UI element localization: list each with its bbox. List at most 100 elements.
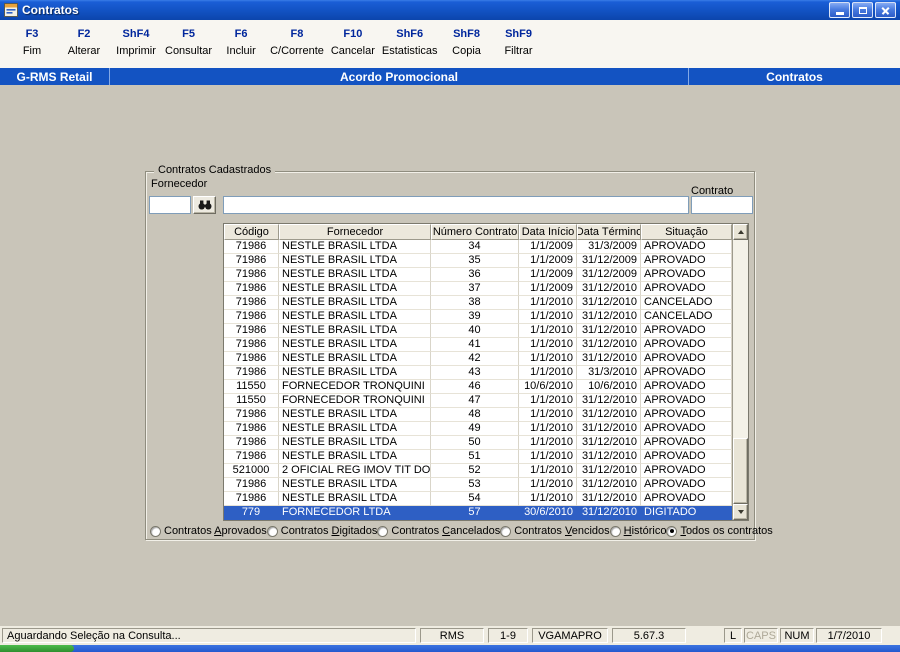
toolbar-button-copia[interactable]: ShF8Copia bbox=[441, 27, 493, 58]
table-cell: 1/1/2010 bbox=[519, 324, 577, 338]
table-cell: 31/3/2010 bbox=[577, 366, 641, 380]
table-cell: 50 bbox=[431, 436, 519, 450]
table-cell: 31/12/2010 bbox=[577, 352, 641, 366]
table-row[interactable]: 71986NESTLE BRASIL LTDA391/1/201031/12/2… bbox=[224, 310, 732, 324]
table-cell: FORNECEDOR TRONQUINI bbox=[279, 394, 431, 408]
table-cell: APROVADO bbox=[641, 450, 732, 464]
radio-button-icon bbox=[610, 526, 621, 537]
table-cell: NESTLE BRASIL LTDA bbox=[279, 352, 431, 366]
table-cell: NESTLE BRASIL LTDA bbox=[279, 338, 431, 352]
fornecedor-name-input[interactable] bbox=[223, 196, 689, 214]
scroll-down-button[interactable] bbox=[733, 504, 748, 520]
table-row[interactable]: 5210002 OFICIAL REG IMOV TIT DOC SBC521/… bbox=[224, 464, 732, 478]
table-row[interactable]: 71986NESTLE BRASIL LTDA541/1/201031/12/2… bbox=[224, 492, 732, 506]
status-indicator-caps: CAPS bbox=[744, 628, 778, 643]
fornecedor-code-input[interactable] bbox=[149, 196, 191, 214]
filter-radio-contratos-digitados[interactable]: Contratos Digitados bbox=[267, 525, 378, 537]
table-cell: APROVADO bbox=[641, 436, 732, 450]
table-cell: 1/1/2010 bbox=[519, 338, 577, 352]
table-row[interactable]: 71986NESTLE BRASIL LTDA501/1/201031/12/2… bbox=[224, 436, 732, 450]
contracts-groupbox: Contratos Cadastrados Fornecedor Contrat… bbox=[145, 171, 755, 540]
table-row[interactable]: 71986NESTLE BRASIL LTDA431/1/201031/3/20… bbox=[224, 366, 732, 380]
table-row[interactable]: 11550FORNECEDOR TRONQUINI471/1/201031/12… bbox=[224, 394, 732, 408]
find-button[interactable] bbox=[193, 196, 216, 214]
scroll-up-button[interactable] bbox=[733, 224, 748, 240]
table-row[interactable]: 11550FORNECEDOR TRONQUINI4610/6/201010/6… bbox=[224, 380, 732, 394]
radio-button-icon bbox=[666, 526, 677, 537]
column-header-situa-o[interactable]: Situação bbox=[641, 224, 732, 240]
toolbar-button-estatisticas[interactable]: ShF6Estatisticas bbox=[379, 27, 441, 58]
groupbox-title: Contratos Cadastrados bbox=[154, 164, 275, 176]
table-cell: 30/6/2010 bbox=[519, 506, 577, 520]
table-cell: 31/12/2009 bbox=[577, 254, 641, 268]
table-cell: 71986 bbox=[224, 310, 279, 324]
vertical-scrollbar[interactable] bbox=[732, 224, 748, 520]
table-cell: 38 bbox=[431, 296, 519, 310]
toolbar-button-incluir[interactable]: F6 Incluir bbox=[215, 27, 267, 58]
table-row[interactable]: 71986NESTLE BRASIL LTDA371/1/200931/12/2… bbox=[224, 282, 732, 296]
table-cell: 31/12/2010 bbox=[577, 450, 641, 464]
scrollbar-thumb[interactable] bbox=[733, 438, 748, 504]
toolbar-action-label: Alterar bbox=[61, 45, 107, 57]
toolbar-action-label: Filtrar bbox=[496, 45, 542, 57]
table-row[interactable]: 71986NESTLE BRASIL LTDA381/1/201031/12/2… bbox=[224, 296, 732, 310]
table-cell: APROVADO bbox=[641, 240, 732, 254]
table-row[interactable]: 71986NESTLE BRASIL LTDA491/1/201031/12/2… bbox=[224, 422, 732, 436]
filter-radio-contratos-aprovados[interactable]: Contratos Aprovados bbox=[150, 525, 267, 537]
toolbar-button-consultar[interactable]: F5Consultar bbox=[162, 27, 215, 58]
table-cell: 1/1/2009 bbox=[519, 268, 577, 282]
filter-radio-hist-rico[interactable]: Histórico bbox=[610, 525, 667, 537]
table-row[interactable]: 71986NESTLE BRASIL LTDA421/1/201031/12/2… bbox=[224, 352, 732, 366]
minimize-button[interactable] bbox=[829, 2, 850, 18]
toolbar-action-label: Copia bbox=[444, 45, 490, 57]
toolbar-action-label: C/Corrente bbox=[270, 45, 324, 57]
contrato-input[interactable] bbox=[691, 196, 753, 214]
table-row[interactable]: 71986NESTLE BRASIL LTDA361/1/200931/12/2… bbox=[224, 268, 732, 282]
table-row[interactable]: 71986NESTLE BRASIL LTDA341/1/200931/3/20… bbox=[224, 240, 732, 254]
toolbar-key-label: F6 bbox=[218, 28, 264, 40]
table-cell: 52 bbox=[431, 464, 519, 478]
toolbar-key-label: F5 bbox=[165, 28, 212, 40]
table-cell: NESTLE BRASIL LTDA bbox=[279, 296, 431, 310]
table-cell: 71986 bbox=[224, 492, 279, 506]
column-header-n-mero-contrato[interactable]: Número Contrato bbox=[431, 224, 519, 240]
start-button[interactable] bbox=[0, 645, 74, 652]
table-row[interactable]: 71986NESTLE BRASIL LTDA511/1/201031/12/2… bbox=[224, 450, 732, 464]
table-cell: APROVADO bbox=[641, 422, 732, 436]
table-row[interactable]: 779FORNECEDOR LTDA5730/6/201031/12/2010D… bbox=[224, 506, 732, 520]
contracts-table: CódigoFornecedorNúmero ContratoData Iníc… bbox=[223, 223, 749, 521]
filter-radio-todos-os-contratos[interactable]: Todos os contratos bbox=[666, 525, 772, 537]
table-row[interactable]: 71986NESTLE BRASIL LTDA401/1/201031/12/2… bbox=[224, 324, 732, 338]
column-header-fornecedor[interactable]: Fornecedor bbox=[279, 224, 431, 240]
column-header-c-digo[interactable]: Código bbox=[224, 224, 279, 240]
table-cell: 71986 bbox=[224, 436, 279, 450]
table-row[interactable]: 71986NESTLE BRASIL LTDA411/1/201031/12/2… bbox=[224, 338, 732, 352]
table-cell: 54 bbox=[431, 492, 519, 506]
table-cell: 48 bbox=[431, 408, 519, 422]
table-cell: 31/12/2009 bbox=[577, 268, 641, 282]
table-cell: 31/12/2010 bbox=[577, 338, 641, 352]
toolbar-button-c-corrente[interactable]: F8C/Corrente bbox=[267, 27, 327, 58]
table-cell: 31/12/2010 bbox=[577, 436, 641, 450]
table-row[interactable]: 71986NESTLE BRASIL LTDA481/1/201031/12/2… bbox=[224, 408, 732, 422]
restore-button[interactable] bbox=[852, 2, 873, 18]
close-button[interactable] bbox=[875, 2, 896, 18]
toolbar-key-label: ShF6 bbox=[382, 28, 438, 40]
filter-radio-contratos-cancelados[interactable]: Contratos Cancelados bbox=[377, 525, 500, 537]
table-row[interactable]: 71986NESTLE BRASIL LTDA351/1/200931/12/2… bbox=[224, 254, 732, 268]
toolbar-button-filtrar[interactable]: ShF9Filtrar bbox=[493, 27, 545, 58]
column-header-data-in-cio[interactable]: Data Início bbox=[519, 224, 577, 240]
column-header-data-t-rmino[interactable]: Data Término bbox=[577, 224, 641, 240]
table-row[interactable]: 71986NESTLE BRASIL LTDA531/1/201031/12/2… bbox=[224, 478, 732, 492]
toolbar-button-alterar[interactable]: F2Alterar bbox=[58, 27, 110, 58]
radio-label: Contratos Cancelados bbox=[391, 525, 500, 537]
table-cell: 1/1/2010 bbox=[519, 296, 577, 310]
filter-radio-contratos-vencidos[interactable]: Contratos Vencidos bbox=[500, 525, 609, 537]
toolbar-button-cancelar[interactable]: F10Cancelar bbox=[327, 27, 379, 58]
titlebar: Contratos bbox=[0, 0, 900, 20]
toolbar-button-imprimir[interactable]: ShF4Imprimir bbox=[110, 27, 162, 58]
toolbar-action-label: Fim bbox=[9, 45, 55, 57]
table-cell: APROVADO bbox=[641, 366, 732, 380]
toolbar-action-label: Incluir bbox=[218, 45, 264, 57]
toolbar-button-fim[interactable]: F3Fim bbox=[6, 27, 58, 58]
